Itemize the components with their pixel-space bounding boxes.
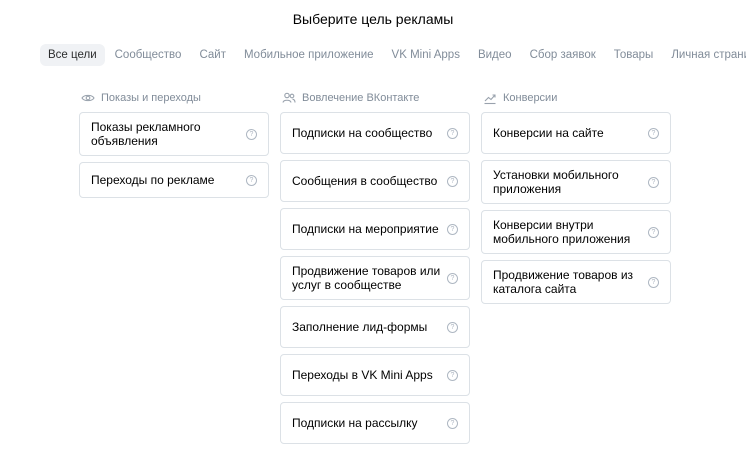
column-title: Вовлечение ВКонтакте <box>302 92 420 104</box>
goal-label: Подписки на мероприятие <box>292 222 439 236</box>
help-icon[interactable]: ? <box>447 370 458 381</box>
goal-label: Продвижение товаров или услуг в сообщест… <box>292 264 441 292</box>
help-icon[interactable]: ? <box>447 176 458 187</box>
page-title: Выберите цель рекламы <box>292 11 454 27</box>
help-icon[interactable]: ? <box>447 273 458 284</box>
goal-label: Конверсии на сайте <box>493 126 604 140</box>
goal-ad-clicks[interactable]: Переходы по рекламе ? <box>79 162 269 198</box>
goal-label: Продвижение товаров из каталога сайта <box>493 268 634 296</box>
goal-ad-impressions[interactable]: Показы рекламного объявления ? <box>79 112 269 156</box>
goal-app-installs[interactable]: Установки мобильного приложения ? <box>481 160 671 204</box>
tab-all-goals[interactable]: Все цели <box>40 44 105 66</box>
goal-site-catalog-promo[interactable]: Продвижение товаров из каталога сайта ? <box>481 260 671 304</box>
help-icon[interactable]: ? <box>246 129 257 140</box>
column-conversions: Конверсии Конверсии на сайте ? Установки… <box>481 90 671 310</box>
goal-label: Подписки на сообщество <box>292 126 433 140</box>
column-vk-engagement: Вовлечение ВКонтакте Подписки на сообщес… <box>280 90 470 450</box>
tab-video[interactable]: Видео <box>470 44 520 66</box>
tab-site[interactable]: Сайт <box>191 44 234 66</box>
help-icon[interactable]: ? <box>648 177 659 188</box>
goal-in-app-conversions[interactable]: Конверсии внутри мобильного приложения ? <box>481 210 671 254</box>
goal-vk-mini-apps-clicks[interactable]: Переходы в VK Mini Apps ? <box>280 354 470 396</box>
help-icon[interactable]: ? <box>447 128 458 139</box>
goal-label: Заполнение лид-формы <box>292 320 428 334</box>
goal-community-messages[interactable]: Сообщения в сообщество ? <box>280 160 470 202</box>
eye-icon <box>81 91 95 105</box>
goal-event-subscriptions[interactable]: Подписки на мероприятие ? <box>280 208 470 250</box>
goal-label: Подписки на рассылку <box>292 416 418 430</box>
help-icon[interactable]: ? <box>648 277 659 288</box>
goal-label: Конверсии внутри мобильного приложения <box>493 218 631 246</box>
column-title: Конверсии <box>503 92 558 104</box>
goal-label: Сообщения в сообщество <box>292 174 438 188</box>
tab-products[interactable]: Товары <box>606 44 662 66</box>
goal-label: Установки мобильного приложения <box>493 168 619 196</box>
tab-community[interactable]: Сообщество <box>107 44 190 66</box>
tab-vk-mini-apps[interactable]: VK Mini Apps <box>384 44 468 66</box>
goal-label: Переходы по рекламе <box>91 173 215 187</box>
help-icon[interactable]: ? <box>447 322 458 333</box>
tab-personal-page[interactable]: Личная страница <box>663 44 746 66</box>
column-header: Показы и переходы <box>79 90 269 106</box>
tab-mobile-app[interactable]: Мобильное приложение <box>236 44 382 66</box>
users-icon <box>282 91 296 105</box>
goal-label: Переходы в VK Mini Apps <box>292 368 433 382</box>
goal-lead-form[interactable]: Заполнение лид-формы ? <box>280 306 470 348</box>
help-icon[interactable]: ? <box>648 227 659 238</box>
goal-tabs: Все цели Сообщество Сайт Мобильное прило… <box>40 44 746 66</box>
column-header: Вовлечение ВКонтакте <box>280 90 470 106</box>
goal-label: Показы рекламного объявления <box>91 120 201 148</box>
help-icon[interactable]: ? <box>648 128 659 139</box>
column-title: Показы и переходы <box>101 92 201 104</box>
trend-up-icon <box>483 91 497 105</box>
goal-site-conversions[interactable]: Конверсии на сайте ? <box>481 112 671 154</box>
help-icon[interactable]: ? <box>447 418 458 429</box>
help-icon[interactable]: ? <box>447 224 458 235</box>
help-icon[interactable]: ? <box>246 175 257 186</box>
tab-lead-collection[interactable]: Сбор заявок <box>522 44 604 66</box>
goal-community-products-promo[interactable]: Продвижение товаров или услуг в сообщест… <box>280 256 470 300</box>
column-header: Конверсии <box>481 90 671 106</box>
goal-community-subscriptions[interactable]: Подписки на сообщество ? <box>280 112 470 154</box>
column-impressions-clicks: Показы и переходы Показы рекламного объя… <box>79 90 269 204</box>
